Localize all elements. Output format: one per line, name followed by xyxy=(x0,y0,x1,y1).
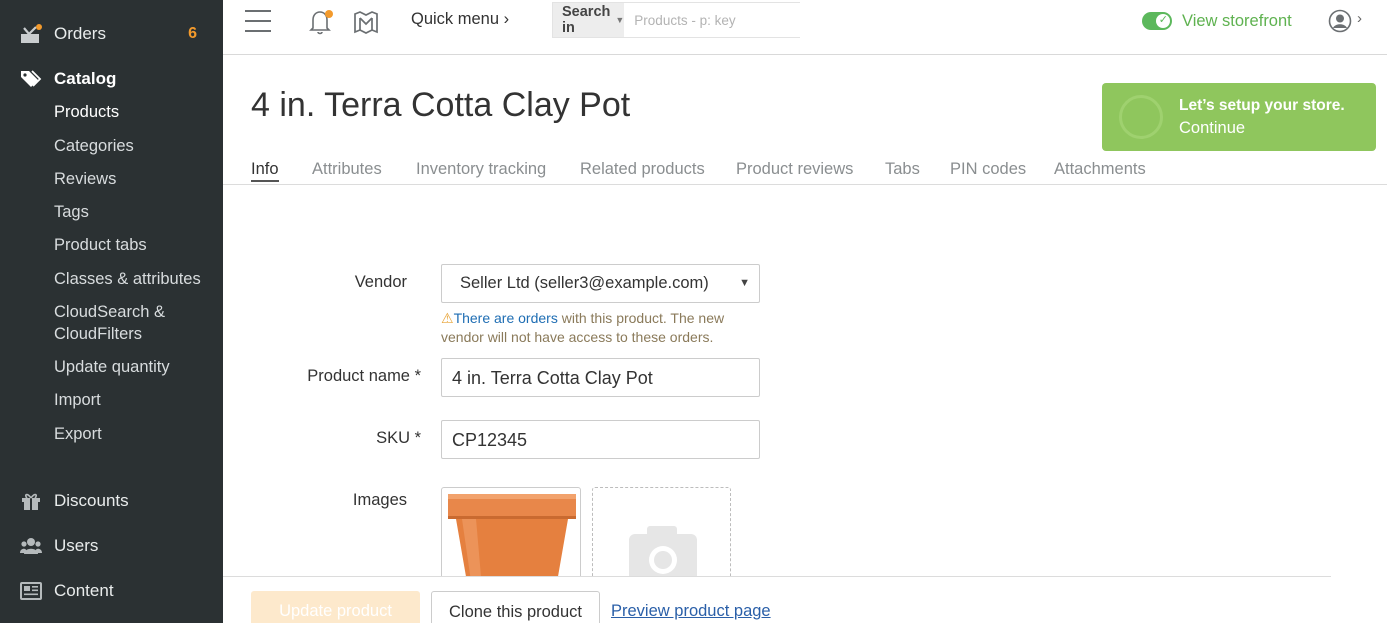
sku-input[interactable]: CP12345 xyxy=(441,420,760,459)
check-icon: ✓ xyxy=(1158,14,1168,26)
caret-down-icon: ▼ xyxy=(615,15,625,25)
top-bar: Quick menu › Search in ▼ ✓ View storefro… xyxy=(223,0,1387,55)
tab-tabs[interactable]: Tabs xyxy=(885,160,920,179)
vendor-selected-value: Seller Ltd (seller3@example.com) xyxy=(460,274,709,292)
quick-menu-button[interactable]: Quick menu › xyxy=(411,10,509,29)
sidebar-item-label: Orders xyxy=(54,24,106,43)
search-input[interactable] xyxy=(624,3,812,37)
sidebar-item-content[interactable]: Content xyxy=(0,576,223,606)
sidebar-item-catalog[interactable]: Catalog xyxy=(0,64,223,94)
sidebar-item-label: Content xyxy=(54,581,114,600)
setup-banner-title: Let’s setup your store. xyxy=(1179,97,1345,114)
sidebar-subitem-label: CloudSearch & xyxy=(54,303,165,321)
update-product-button[interactable]: Update product xyxy=(251,591,420,623)
sidebar-item-label: Catalog xyxy=(54,69,117,88)
tab-inventory-tracking[interactable]: Inventory tracking xyxy=(416,160,546,179)
view-storefront-link[interactable]: View storefront xyxy=(1182,12,1292,31)
sku-label: SKU * xyxy=(376,429,421,447)
sidebar-subitem-update-quantity[interactable]: Update quantity xyxy=(54,356,170,378)
sidebar-subitem-label: CloudFilters xyxy=(54,325,143,343)
gift-icon xyxy=(20,491,42,511)
preview-product-link[interactable]: Preview product page xyxy=(611,602,771,621)
images-label: Images xyxy=(352,491,407,509)
sidebar-subitem-classes-attributes[interactable]: Classes & attributes xyxy=(54,268,201,290)
sidebar-subitem-cloudsearch[interactable]: CloudSearch & CloudFilters xyxy=(54,301,165,345)
warning-text: vendor will not have access to these ord… xyxy=(441,329,714,345)
orders-icon xyxy=(20,24,42,44)
user-menu-chevron-icon[interactable]: › xyxy=(1357,10,1362,27)
tab-related-products[interactable]: Related products xyxy=(580,160,705,179)
sidebar-subitem-product-tabs[interactable]: Product tabs xyxy=(54,234,147,256)
product-image-thumbnail[interactable] xyxy=(441,487,581,587)
search-in-dropdown[interactable]: Search in ▼ xyxy=(553,3,625,37)
warning-icon: ⚠ xyxy=(441,310,454,326)
marketplace-icon[interactable] xyxy=(353,10,379,34)
sidebar-item-label: Users xyxy=(54,536,99,555)
page-title: 4 in. Terra Cotta Clay Pot xyxy=(251,86,631,124)
warning-text: with this product. The new xyxy=(557,310,725,326)
sidebar-subitem-products[interactable]: Products xyxy=(54,101,119,123)
users-icon xyxy=(20,536,42,556)
tab-product-reviews[interactable]: Product reviews xyxy=(736,160,853,179)
clone-product-button[interactable]: Clone this product xyxy=(431,591,600,623)
orders-count-badge: 6 xyxy=(188,25,197,42)
product-tabs: Info Attributes Inventory tracking Relat… xyxy=(223,154,1387,185)
search-bar: Search in ▼ xyxy=(552,2,812,38)
terra-cotta-pot-image xyxy=(448,494,576,586)
sidebar-item-discounts[interactable]: Discounts xyxy=(0,486,223,516)
sidebar: Orders 6 Catalog Products Categories Rev… xyxy=(0,0,223,623)
product-name-input[interactable]: 4 in. Terra Cotta Clay Pot xyxy=(441,358,760,397)
tags-icon xyxy=(20,69,42,89)
sidebar-subitem-reviews[interactable]: Reviews xyxy=(54,168,116,190)
tab-attachments[interactable]: Attachments xyxy=(1054,160,1146,179)
sidebar-subitem-export[interactable]: Export xyxy=(54,423,102,445)
tab-attributes[interactable]: Attributes xyxy=(312,160,382,179)
add-image-slot[interactable] xyxy=(592,487,731,587)
content-icon xyxy=(20,581,42,601)
user-avatar-icon[interactable] xyxy=(1328,9,1352,33)
sidebar-item-users[interactable]: Users xyxy=(0,531,223,561)
hamburger-menu-icon[interactable] xyxy=(245,10,271,32)
vendor-warning: ⚠There are orders with this product. The… xyxy=(441,309,761,347)
tab-pin-codes[interactable]: PIN codes xyxy=(950,160,1026,179)
product-name-label: Product name * xyxy=(307,367,421,385)
sidebar-subitem-import[interactable]: Import xyxy=(54,389,101,411)
progress-ring-icon xyxy=(1119,95,1163,139)
setup-continue-link[interactable]: Continue xyxy=(1179,119,1245,138)
search-in-label: Search in xyxy=(562,4,611,36)
vendor-select[interactable]: Seller Ltd (seller3@example.com) ▼ xyxy=(441,264,760,303)
action-bar: Update product Clone this product Previe… xyxy=(223,576,1331,623)
sidebar-subitem-categories[interactable]: Categories xyxy=(54,135,134,157)
sidebar-item-orders[interactable]: Orders 6 xyxy=(0,19,223,49)
orders-link[interactable]: There are orders xyxy=(454,310,558,326)
storefront-status-toggle[interactable]: ✓ xyxy=(1142,12,1172,30)
caret-down-icon: ▼ xyxy=(739,277,750,289)
notifications-bell-icon[interactable] xyxy=(309,9,333,35)
camera-icon xyxy=(629,526,697,584)
sidebar-item-label: Discounts xyxy=(54,491,129,510)
sidebar-subitem-tags[interactable]: Tags xyxy=(54,201,89,223)
tab-info[interactable]: Info xyxy=(251,160,279,182)
setup-store-banner[interactable]: Let’s setup your store. Continue xyxy=(1102,83,1376,151)
vendor-label: Vendor xyxy=(354,273,407,291)
